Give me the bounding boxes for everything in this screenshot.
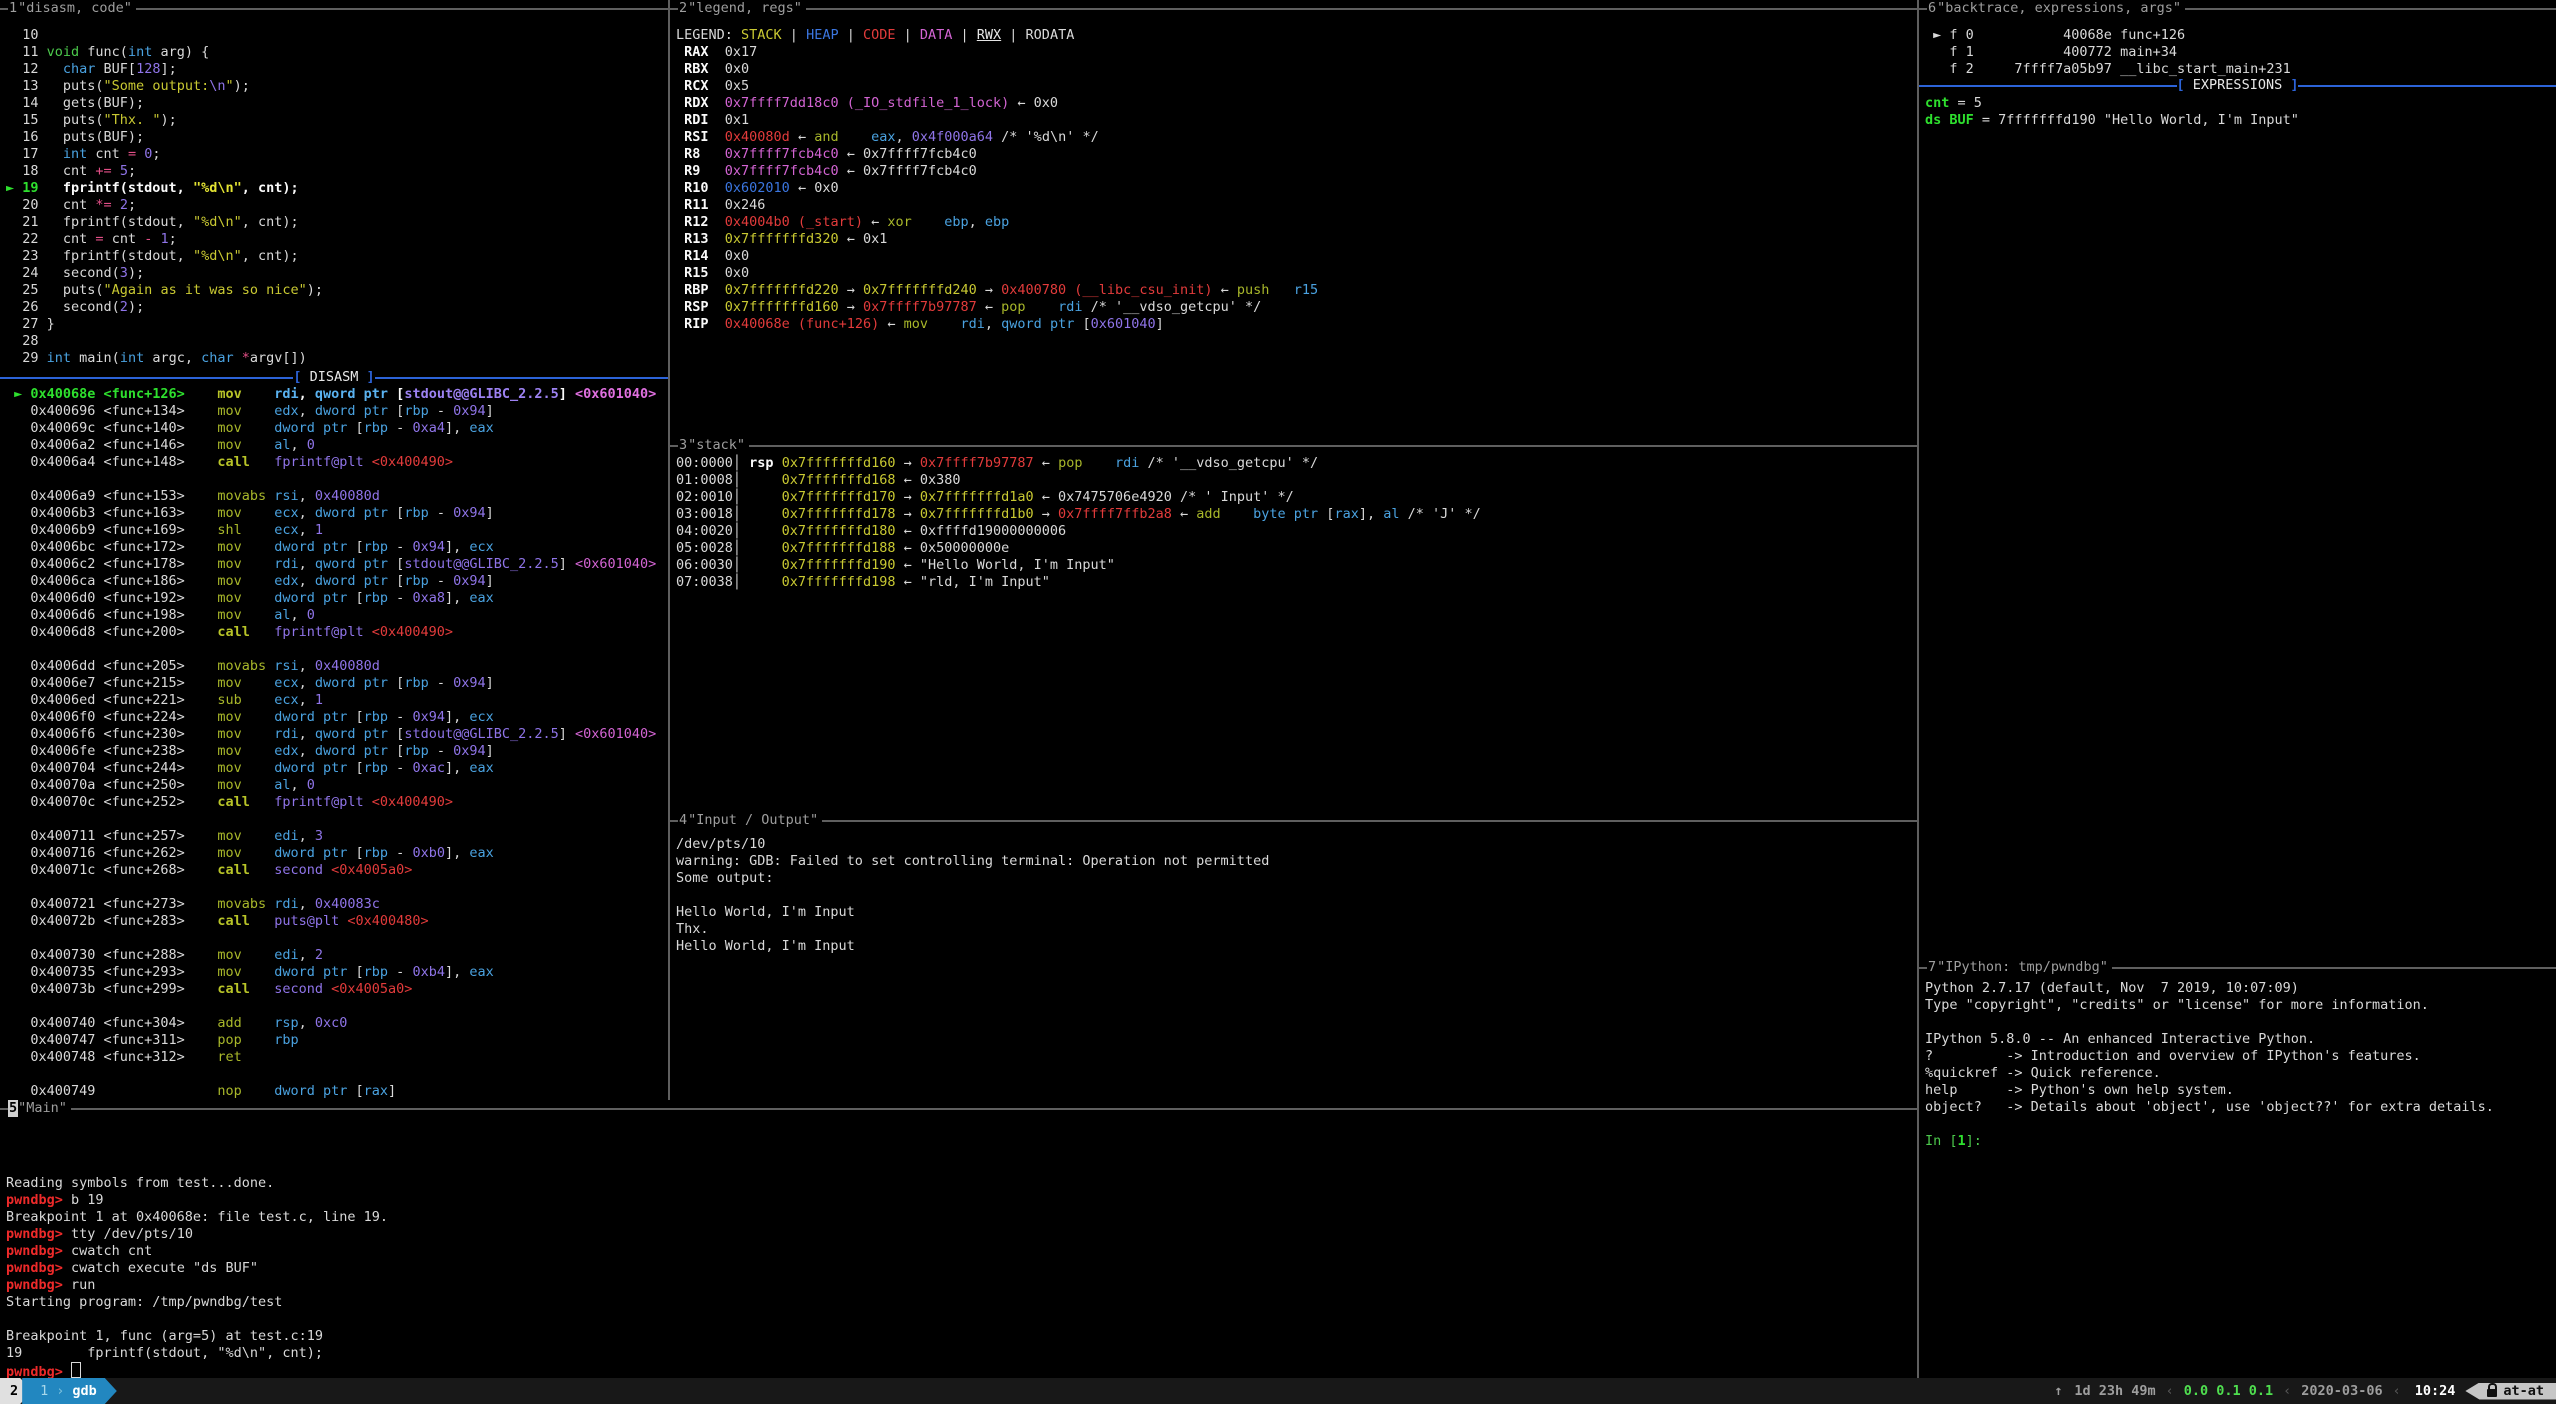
status-date: 2020-03-06 <box>2295 1383 2388 1400</box>
hostname: at-at <box>2503 1383 2544 1400</box>
pane-main-gdb-console[interactable]: 5"Main" Reading symbols from test...done… <box>0 1100 1917 1378</box>
pane-border-disasm-code: 1"disasm, code" <box>0 0 668 17</box>
pane-number: 3 <box>678 437 688 454</box>
disassembly-listing: ► 0x40068e <func+126> mov rdi, qword ptr… <box>6 386 668 1100</box>
pane-backtrace-expressions[interactable]: 6"backtrace, expressions, args" ► f 0 40… <box>1919 0 2556 959</box>
gdb-console-output: Reading symbols from test...done.pwndbg>… <box>6 1175 1917 1378</box>
status-time: 10:24 <box>2405 1383 2466 1400</box>
session-name: 2 <box>10 1383 18 1400</box>
tmux-status-bar: 2 1›gdb ↑ 1d 23h 49m ‹ 0.0 0.1 0.1 ‹ 202… <box>0 1378 2556 1404</box>
uptime-arrow-icon: ↑ <box>2048 1383 2068 1400</box>
expressions-section-label: EXPRESSIONS <box>2193 77 2282 94</box>
pane-border-ipython: 7"IPython: tmp/pwndbg" <box>1919 959 2556 976</box>
stack-listing: 00:0000│ rsp 0x7fffffffd160 → 0x7ffff7b9… <box>676 455 1917 591</box>
pane-border-legend-regs: 2"legend, regs" <box>670 0 1917 17</box>
pane-border-main: 5"Main" <box>0 1100 1917 1117</box>
pane-title: "IPython: tmp/pwndbg" <box>1937 959 2112 976</box>
hostname-badge: at-at <box>2465 1383 2556 1400</box>
pane-number: 6 <box>1927 0 1937 17</box>
pane-divider-vertical-left[interactable] <box>668 0 670 1100</box>
source-code-listing: 10 11 void func(int arg) { 12 char BUF[1… <box>6 27 668 367</box>
pane-number: 1 <box>8 0 18 17</box>
backtrace-frames: ► f 0 40068e func+126 f 1 400772 main+34… <box>1925 27 2556 78</box>
pane-ipython[interactable]: 7"IPython: tmp/pwndbg" Python 2.7.17 (de… <box>1919 959 2556 1378</box>
status-separator-icon: ‹ <box>2162 1383 2178 1400</box>
window-name: gdb <box>72 1383 96 1400</box>
window-separator-icon: › <box>48 1383 72 1400</box>
pane-input-output[interactable]: 4"Input / Output" /dev/pts/10warning: GD… <box>670 812 1917 1100</box>
load-average: 0.0 0.1 0.1 <box>2178 1383 2279 1400</box>
pane-disasm-code[interactable]: 1"disasm, code" 10 11 void func(int arg)… <box>0 0 668 1100</box>
pane-border-stack: 3"stack" <box>670 437 1917 454</box>
pane-title: "stack" <box>688 437 749 454</box>
disasm-section-label: DISASM <box>310 369 359 386</box>
pane-title: "Main" <box>18 1100 71 1117</box>
pane-number: 2 <box>678 0 688 17</box>
watched-expressions: cnt = 5ds BUF = 7fffffffd190 "Hello Worl… <box>1925 95 2556 129</box>
pane-border-backtrace: 6"backtrace, expressions, args" <box>1919 0 2556 17</box>
active-pane-number: 5 <box>8 1100 18 1117</box>
window-index: 1 <box>40 1383 48 1400</box>
pane-title: "legend, regs" <box>688 0 806 17</box>
uptime-value: 1d 23h 49m <box>2068 1383 2161 1400</box>
expressions-section-divider: [ EXPRESSIONS ] <box>1919 77 2556 94</box>
pane-title: "backtrace, expressions, args" <box>1937 0 2185 17</box>
disasm-section-divider: [ DISASM ] <box>0 369 668 386</box>
lock-icon <box>2487 1389 2497 1397</box>
pane-border-input-output: 4"Input / Output" <box>670 812 1917 829</box>
pane-stack[interactable]: 3"stack" 00:0000│ rsp 0x7fffffffd160 → 0… <box>670 437 1917 812</box>
pane-legend-regs[interactable]: 2"legend, regs" LEGEND: STACK | HEAP | C… <box>670 0 1917 437</box>
program-io-output: /dev/pts/10warning: GDB: Failed to set c… <box>676 836 1917 955</box>
tmux-terminal-screen: 1"disasm, code" 10 11 void func(int arg)… <box>0 0 2556 1404</box>
ipython-banner-and-prompt: Python 2.7.17 (default, Nov 7 2019, 10:0… <box>1925 980 2556 1150</box>
status-separator-icon: ‹ <box>2389 1383 2405 1400</box>
registers-listing: LEGEND: STACK | HEAP | CODE | DATA | RWX… <box>676 27 1917 333</box>
pane-title: "Input / Output" <box>688 812 822 829</box>
pane-number: 7 <box>1927 959 1937 976</box>
pane-divider-vertical-right[interactable] <box>1917 0 1919 1378</box>
status-separator-icon: ‹ <box>2279 1383 2295 1400</box>
pane-number: 4 <box>678 812 688 829</box>
tmux-window-tab-gdb[interactable]: 1›gdb <box>22 1378 117 1404</box>
pane-title: "disasm, code" <box>18 0 136 17</box>
